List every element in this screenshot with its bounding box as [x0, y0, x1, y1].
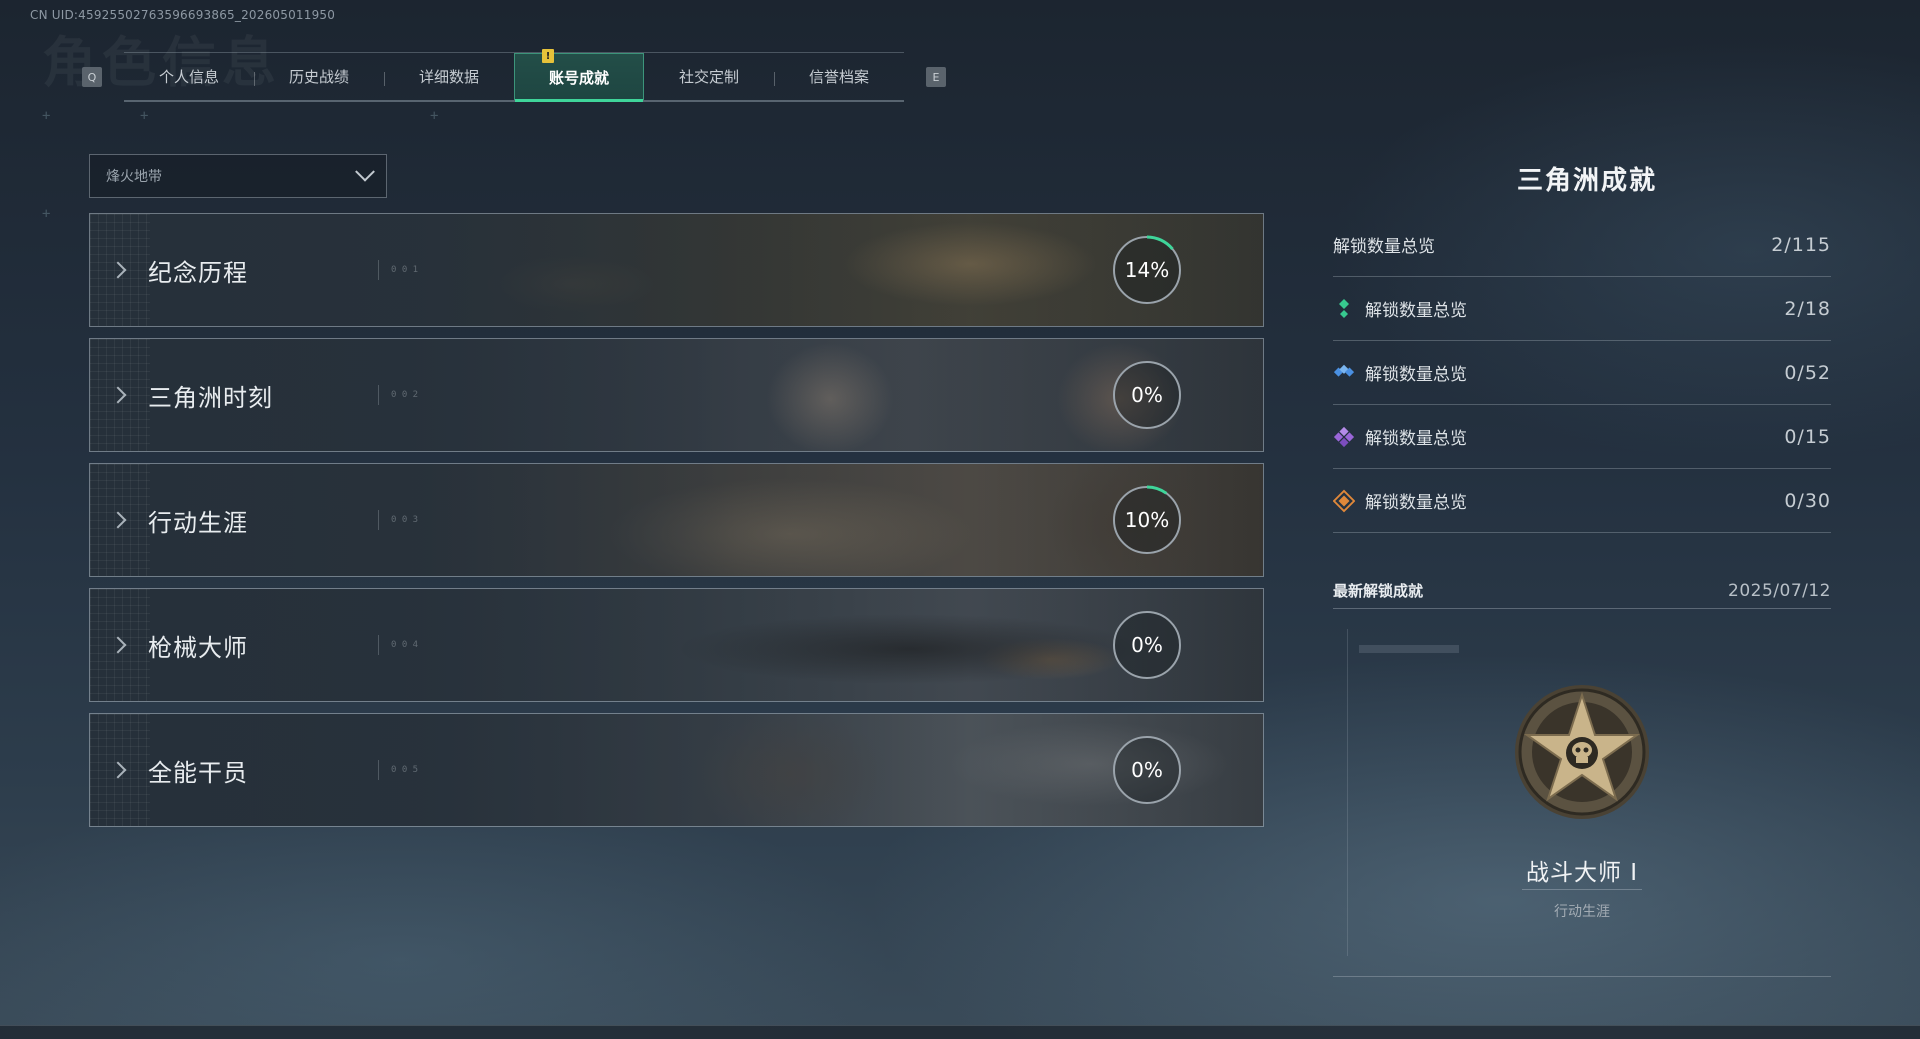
stat-tier-purple: 解锁数量总览 0/15: [1333, 405, 1831, 469]
latest-unlock-heading: 最新解锁成就: [1333, 582, 1424, 600]
purple-gem-icon: [1333, 426, 1355, 448]
notice-badge-icon: !: [542, 49, 554, 63]
achievement-category-list: 纪念历程 0 0 1 14% 三角洲时刻 0 0 2 0% 行动生涯 0 0 3…: [89, 213, 1264, 838]
tab-social-custom[interactable]: 社交定制: [644, 53, 774, 100]
achievement-medal-icon: [1513, 683, 1651, 821]
progress-percent: 14%: [1124, 258, 1170, 282]
orange-gem-icon: [1333, 489, 1355, 512]
category-code: 0 0 4: [378, 635, 418, 655]
achievement-category-row[interactable]: 三角洲时刻 0 0 2 0%: [89, 338, 1264, 452]
stat-value: 0/30: [1784, 489, 1831, 512]
chevron-down-icon: [355, 161, 375, 182]
crosshair-decor: +: [140, 108, 149, 124]
latest-achievement-card[interactable]: 战斗大师 I 行动生涯: [1333, 609, 1831, 977]
progress-percent: 0%: [1131, 758, 1163, 782]
tab-bar: Q 个人信息 历史战绩 详细数据 账号成就 社交定制 信誉档案 ! E: [82, 49, 946, 102]
bottom-bar: [0, 1025, 1920, 1039]
tabs: 个人信息 历史战绩 详细数据 账号成就 社交定制 信誉档案 !: [124, 49, 904, 102]
stat-label: 解锁数量总览: [1365, 429, 1467, 449]
category-code: 0 0 1: [378, 260, 418, 280]
divider: [1522, 889, 1642, 890]
green-gem-icon: [1333, 298, 1355, 320]
latest-unlock-header: 最新解锁成就 2025/07/12: [1333, 573, 1831, 609]
stat-tier-green: 解锁数量总览 2/18: [1333, 277, 1831, 341]
card-code-decor: [1359, 645, 1459, 653]
stat-label: 解锁数量总览: [1333, 237, 1435, 257]
progress-ring: 14%: [1111, 234, 1183, 306]
progress-ring: 10%: [1111, 484, 1183, 556]
mode-dropdown[interactable]: 烽火地带: [89, 154, 387, 198]
achievement-category-row[interactable]: 行动生涯 0 0 3 10%: [89, 463, 1264, 577]
progress-percent: 10%: [1124, 508, 1170, 532]
crosshair-decor: +: [42, 206, 51, 222]
achievement-category-row[interactable]: 纪念历程 0 0 1 14%: [89, 213, 1264, 327]
stat-label: 解锁数量总览: [1365, 365, 1467, 385]
category-code: 0 0 5: [378, 760, 418, 780]
stat-value: 0/15: [1784, 425, 1831, 448]
stat-label: 解锁数量总览: [1365, 493, 1467, 513]
tab-personal-info[interactable]: 个人信息: [124, 53, 254, 100]
category-name: 纪念历程: [148, 258, 248, 287]
mode-dropdown-value: 烽火地带: [106, 169, 162, 185]
category-code: 0 0 3: [378, 510, 418, 530]
category-name: 全能干员: [148, 758, 248, 787]
blue-gem-icon: [1333, 362, 1355, 384]
tab-account-achievements[interactable]: 账号成就: [514, 53, 644, 102]
category-code: 0 0 2: [378, 385, 418, 405]
category-name: 三角洲时刻: [148, 383, 273, 412]
achievement-category-row[interactable]: 全能干员 0 0 5 0%: [89, 713, 1264, 827]
progress-ring: 0%: [1111, 609, 1183, 681]
prev-tab-key-hint[interactable]: Q: [82, 67, 102, 87]
stat-tier-blue: 解锁数量总览 0/52: [1333, 341, 1831, 405]
next-tab-key-hint[interactable]: E: [926, 67, 946, 87]
category-name: 枪械大师: [148, 633, 248, 662]
tab-detailed-data[interactable]: 详细数据: [384, 53, 514, 100]
stat-label: 解锁数量总览: [1365, 301, 1467, 321]
category-name: 行动生涯: [148, 508, 248, 537]
stat-value: 2/18: [1784, 297, 1831, 320]
progress-ring: 0%: [1111, 359, 1183, 431]
stat-total: 解锁数量总览 2/115: [1333, 213, 1831, 277]
stat-tier-orange: 解锁数量总览 0/30: [1333, 469, 1831, 533]
achievement-category-row[interactable]: 枪械大师 0 0 4 0%: [89, 588, 1264, 702]
achievement-summary-panel: 三角洲成就 解锁数量总览 2/115 解锁数量总览 2/18 解锁数量总览 0/…: [1333, 160, 1831, 977]
latest-achievement-category: 行动生涯: [1554, 904, 1610, 920]
panel-title: 三角洲成就: [1516, 166, 1657, 196]
progress-percent: 0%: [1131, 633, 1163, 657]
progress-percent: 0%: [1131, 383, 1163, 407]
latest-achievement-name: 战斗大师 I: [1525, 860, 1639, 886]
stat-value: 0/52: [1784, 361, 1831, 384]
stat-value: 2/115: [1771, 233, 1831, 256]
tab-match-history[interactable]: 历史战绩: [254, 53, 384, 100]
tab-credit-record[interactable]: 信誉档案: [774, 53, 904, 100]
latest-unlock-date: 2025/07/12: [1728, 580, 1831, 601]
crosshair-decor: +: [42, 108, 51, 124]
crosshair-decor: +: [430, 108, 439, 124]
progress-ring: 0%: [1111, 734, 1183, 806]
